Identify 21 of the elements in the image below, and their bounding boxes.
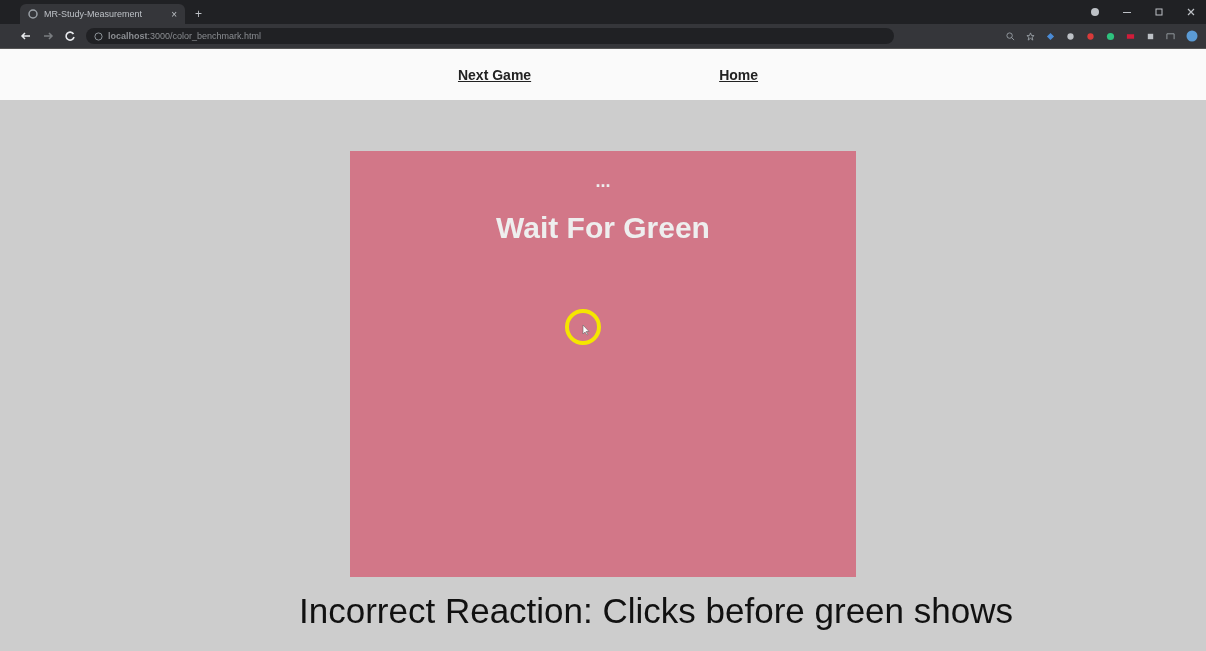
close-icon[interactable] (1186, 7, 1196, 17)
reload-icon[interactable] (64, 30, 76, 42)
forward-icon[interactable] (42, 30, 54, 42)
restore-icon[interactable] (1154, 7, 1164, 17)
browser-tab[interactable]: MR-Study-Measurement × (20, 4, 185, 24)
tab-title: MR-Study-Measurement (44, 9, 144, 19)
nav-link[interactable]: Next Game (457, 66, 532, 83)
close-tab-button[interactable]: × (171, 8, 177, 20)
waiting-indicator: ... (595, 173, 611, 189)
zoom-icon[interactable] (1006, 31, 1015, 41)
nav-link[interactable]: Home (719, 66, 759, 83)
game-message: Wait For Green (496, 211, 710, 245)
info-icon (94, 31, 103, 41)
avatar-icon[interactable] (1186, 30, 1198, 42)
new-tab-button[interactable]: + (195, 7, 202, 21)
caption: Incorrect Reaction: Clicks before green shows (298, 591, 1013, 631)
address-field[interactable]: localhost:3000/color_benchmark.html (86, 28, 894, 44)
cursor-highlight-icon (563, 307, 603, 347)
back-icon[interactable] (20, 30, 32, 42)
star-icon[interactable] (1026, 31, 1035, 41)
globe-icon (28, 9, 38, 19)
